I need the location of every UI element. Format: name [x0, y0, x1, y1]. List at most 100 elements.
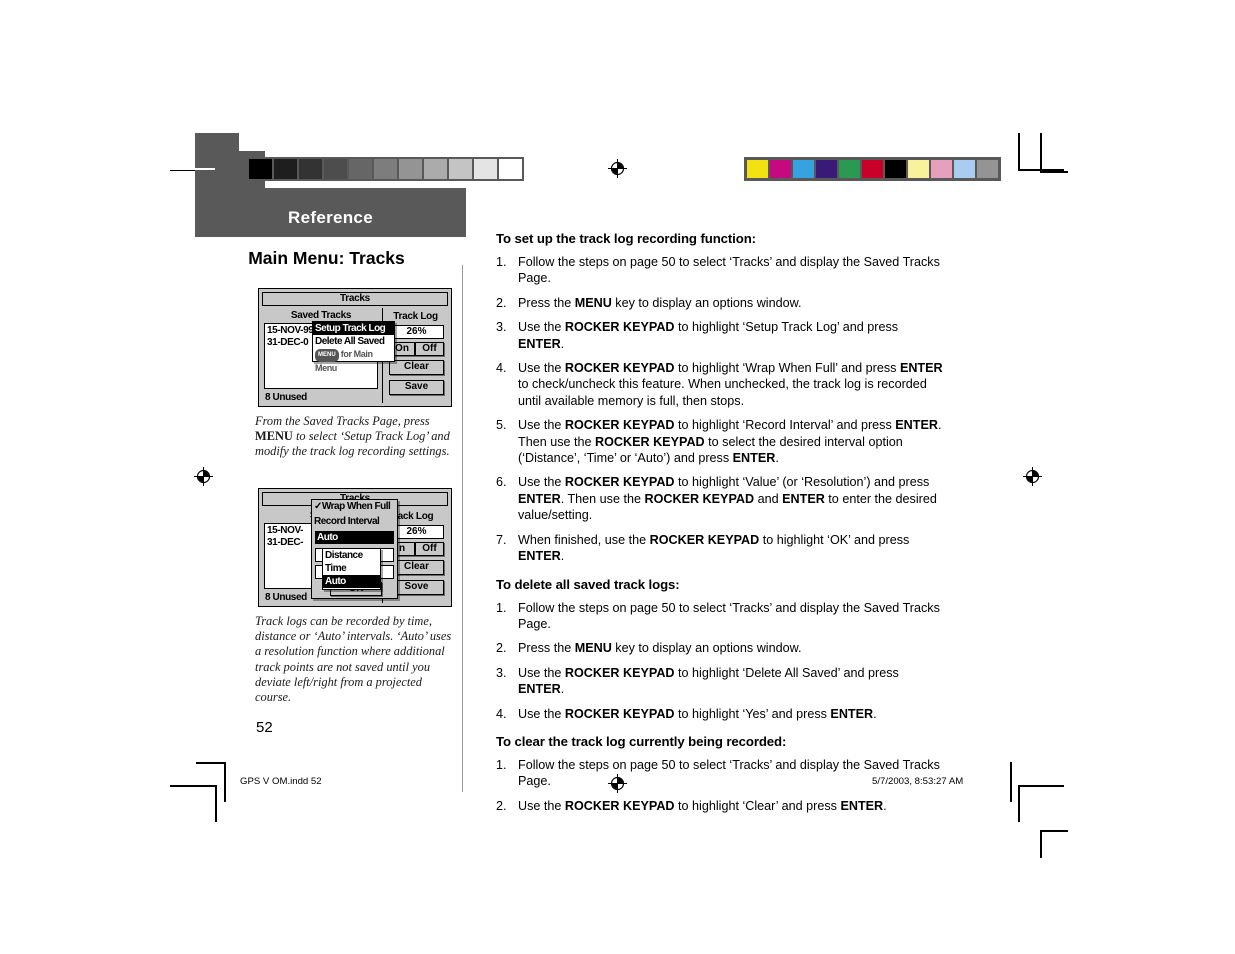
color-swatch — [885, 160, 906, 178]
step-text: Use the — [518, 418, 565, 433]
step-text: to check/uncheck this feature. When unch… — [518, 377, 927, 408]
step-key-label: ENTER — [840, 798, 884, 813]
step-item: 3. Use the ROCKER KEYPAD to highlight ‘Se… — [496, 319, 946, 352]
dropdown-option-distance[interactable]: Distance — [323, 549, 380, 562]
wrap-when-full-label: Wrap When Full — [321, 501, 391, 512]
step-key-label: ROCKER KEYPAD — [564, 706, 675, 721]
record-interval-label: Record Interval — [314, 516, 380, 527]
step-text: to highlight ‘Yes’ and press — [674, 706, 831, 721]
step-text: to highlight ‘Delete All Saved’ and pres… — [674, 665, 899, 680]
menu-item-setup-track-log[interactable]: Setup Track Log — [313, 322, 394, 335]
step-key-label: ROCKER KEYPAD — [564, 475, 675, 490]
checkbox-wrap-when-full[interactable]: ✓Wrap When Full — [312, 500, 397, 513]
color-swatch — [839, 160, 860, 178]
crop-white-gap — [170, 168, 215, 170]
gps-off-button[interactable]: Off — [415, 342, 444, 356]
step-item: 6. Use the ROCKER KEYPAD to highlight ‘Va… — [496, 474, 946, 523]
step-text: to highlight ‘Value’ (or ‘Resolution’) a… — [674, 475, 930, 490]
step-item: 2. Press the MENU key to display an optio… — [496, 640, 946, 656]
figure-track-log-setup: Tracks Save 15-NOV- 31-DEC- 8 Unused ack… — [258, 488, 452, 607]
step-text: Follow the steps on page 50 to select ‘T… — [518, 255, 940, 286]
menu-item-delete-all-saved[interactable]: Delete All Saved — [313, 335, 394, 348]
registration-target-right — [1023, 467, 1042, 486]
step-key-label: ENTER — [899, 361, 943, 376]
step-text: Use the — [518, 475, 565, 490]
menu-footer-hint: MENU for Main Menu — [313, 348, 394, 373]
color-swatch — [793, 160, 814, 178]
step-key-label: ENTER — [518, 549, 561, 564]
record-interval-value[interactable]: Auto — [315, 531, 394, 544]
color-swatch — [862, 160, 883, 178]
registration-target-top — [608, 159, 627, 178]
dropdown-option-time[interactable]: Time — [323, 562, 380, 575]
step-text: . Then use the — [560, 491, 645, 506]
footer-rule-left — [224, 762, 226, 802]
gps-save-button[interactable]: Save — [389, 380, 444, 395]
record-interval-dropdown: Distance Time Auto — [322, 548, 381, 590]
crop-mark-upper-left-corner-h — [1040, 171, 1068, 173]
step-text: to highlight ‘Setup Track Log’ and press — [674, 320, 899, 335]
dropdown-option-auto[interactable]: Auto — [323, 575, 380, 588]
gps-on-off-row: On Off — [389, 342, 444, 356]
step-text: key to display an options window. — [611, 295, 802, 310]
color-swatch — [816, 160, 837, 178]
grayscale-swatch — [374, 159, 397, 179]
step-text: . — [775, 451, 779, 466]
step-item: 1. Follow the steps on page 50 to select … — [496, 600, 946, 633]
figure-saved-tracks-options: Tracks Saved Tracks 15-NOV-99 31-DEC-0 8… — [258, 288, 452, 407]
step-number: 3. — [496, 320, 507, 335]
grayscale-swatch — [299, 159, 322, 179]
step-item: 1. Follow the steps on page 50 to select … — [496, 254, 946, 287]
step-text: to highlight ‘Clear’ and press — [674, 798, 841, 813]
step-key-label: ROCKER KEYPAD — [564, 418, 675, 433]
step-number: 2. — [496, 641, 507, 656]
figure-1-caption: From the Saved Tracks Page, press MENU t… — [255, 414, 460, 460]
step-key-label: ENTER — [830, 706, 874, 721]
gps-off-button[interactable]: Off — [415, 542, 444, 556]
step-list: 1. Follow the steps on page 50 to select … — [496, 254, 946, 565]
step-item: 3. Use the ROCKER KEYPAD to highlight ‘De… — [496, 665, 946, 698]
step-text: Use the — [518, 798, 565, 813]
step-item: 5. Use the ROCKER KEYPAD to highlight ‘Re… — [496, 417, 946, 466]
step-text: and — [754, 491, 783, 506]
column-divider — [462, 265, 463, 792]
step-key-label: ROCKER KEYPAD — [564, 320, 675, 335]
grayscale-calibration-strip — [247, 157, 524, 181]
crop-mark-corner-tick-bl — [196, 762, 224, 764]
gps-clear-button[interactable]: Clear — [389, 360, 444, 375]
step-text: Use the — [518, 706, 565, 721]
step-key-label: ENTER — [732, 451, 776, 466]
crop-mark-corner-tick-bl2 — [1040, 830, 1068, 832]
page-title: Main Menu: Tracks — [248, 248, 405, 268]
crop-mark-bottom-right-h — [1018, 785, 1064, 787]
step-number: 4. — [496, 361, 507, 376]
step-key-label: ROCKER KEYPAD — [595, 434, 705, 449]
step-item: 4. Use the ROCKER KEYPAD to highlight ‘Wr… — [496, 360, 946, 409]
step-key-label: MENU — [574, 295, 612, 310]
step-text: . — [560, 682, 565, 697]
gps-unused-status: 8 Unused — [265, 392, 307, 403]
footer-filename: GPS V OM.indd 52 — [240, 776, 322, 787]
check-icon: ✓ — [314, 501, 322, 512]
step-number: 3. — [496, 665, 507, 680]
caption-text-a: From the Saved Tracks Page, press — [255, 414, 430, 428]
crop-mark-top-right-v — [1018, 133, 1020, 170]
step-key-label: ROCKER KEYPAD — [644, 491, 755, 506]
step-text: Press the — [518, 641, 575, 656]
step-number: 6. — [496, 475, 507, 490]
color-swatch — [770, 160, 791, 178]
menu-key-badge: MENU — [315, 349, 339, 362]
grayscale-swatch — [474, 159, 497, 179]
step-text: Follow the steps on page 50 to select ‘T… — [518, 600, 940, 631]
step-item: 4. Use the ROCKER KEYPAD to highlight ‘Ye… — [496, 706, 946, 722]
crop-mark-bottom-right-v — [1018, 785, 1020, 822]
step-text: to highlight ‘OK’ and press — [759, 532, 910, 547]
page-number: 52 — [256, 719, 273, 736]
step-text: . — [560, 549, 565, 564]
gps-options-popup: Setup Track Log Delete All Saved MENU fo… — [312, 321, 395, 373]
footer-rule-right — [1010, 762, 1012, 802]
figure-2-caption: Track logs can be recorded by time, dist… — [255, 614, 452, 705]
step-text: . — [560, 336, 565, 351]
step-text: to highlight ‘Wrap When Full’ and press — [674, 361, 900, 376]
printed-page: Reference Main Menu: Tracks Tracks Saved… — [0, 0, 1235, 954]
